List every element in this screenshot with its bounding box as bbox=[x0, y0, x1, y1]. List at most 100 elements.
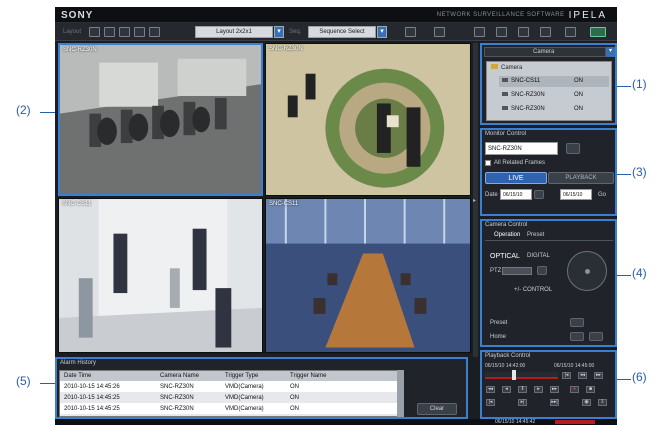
cell-camera-name: SNC-RZ30N bbox=[160, 395, 194, 401]
timeline-handle[interactable] bbox=[512, 370, 516, 380]
collapse-arrow-icon[interactable]: ▸ bbox=[473, 197, 476, 204]
pause-button[interactable]: ‖ bbox=[518, 386, 527, 393]
column-camera-name: Camera Name bbox=[160, 373, 200, 379]
record-button[interactable]: ● bbox=[570, 386, 579, 393]
camera-name: SNC-RZ30N bbox=[63, 47, 97, 53]
tree-item[interactable]: SNC-RZ30N ON bbox=[499, 104, 609, 115]
ptz-joystick[interactable] bbox=[567, 251, 607, 291]
zoom-slider[interactable] bbox=[502, 267, 532, 275]
product-name: NETWORK SURVEILLANCE SOFTWARE IPELA bbox=[437, 10, 607, 21]
cell-camera-name: SNC-RZ30N bbox=[160, 384, 194, 390]
clear-button[interactable]: Clear bbox=[417, 403, 457, 415]
sequence-start-icon[interactable] bbox=[405, 27, 416, 37]
goto-end-button[interactable]: ▸▸| bbox=[550, 399, 559, 406]
step-frame-back-button[interactable]: |◂ bbox=[486, 399, 495, 406]
video-pane-1[interactable]: SNC-RZ30N bbox=[58, 43, 263, 196]
preset-select[interactable] bbox=[570, 318, 584, 327]
monitor-control-title: Monitor Control bbox=[485, 131, 527, 137]
callout-4: (4) bbox=[632, 266, 647, 280]
alarm-history-panel: Alarm History Date Time Camera Name Trig… bbox=[55, 357, 468, 419]
camera-panel-dropdown-icon[interactable]: ▾ bbox=[606, 47, 615, 57]
date-input-to[interactable]: 06/15/10 bbox=[560, 189, 592, 200]
callout-3: (3) bbox=[632, 165, 647, 179]
snapshot-button[interactable]: ◉ bbox=[582, 399, 591, 406]
alarm-scrollbar[interactable] bbox=[397, 370, 404, 417]
layout-dropdown-icon[interactable]: ▾ bbox=[274, 26, 284, 38]
cell-trigger-name: ON bbox=[290, 406, 299, 412]
monitor-icon[interactable] bbox=[540, 27, 551, 37]
tree-item[interactable]: Camera bbox=[491, 64, 522, 71]
video-pane-3[interactable]: SNC-CS11 bbox=[58, 198, 263, 353]
play-button[interactable]: ▸ bbox=[534, 386, 543, 393]
tree-item[interactable]: SNC-CS11 ON bbox=[499, 76, 609, 87]
go-button[interactable]: Go bbox=[598, 192, 606, 198]
fast-forward-button[interactable]: ▸▸ bbox=[550, 386, 559, 393]
layout-4x4-icon[interactable] bbox=[134, 27, 145, 37]
alarm-history-title: Alarm History bbox=[60, 360, 97, 366]
cell-trigger-type: VMD(Camera) bbox=[225, 395, 264, 401]
camera-select-value: SNC-RZ30N bbox=[488, 146, 522, 152]
exit-icon[interactable] bbox=[590, 27, 606, 37]
camera-name: SNC-RZ30N bbox=[269, 46, 303, 52]
playback-end-time: 06/15/10 14:45:00 bbox=[554, 363, 595, 369]
layout-custom-icon[interactable] bbox=[149, 27, 160, 37]
sequence-select[interactable]: Sequence Select bbox=[308, 26, 376, 38]
tree-item[interactable]: SNC-RZ30N ON bbox=[499, 90, 609, 101]
tree-item-status: ON bbox=[574, 92, 583, 98]
camera-name: SNC-CS11 bbox=[269, 201, 299, 207]
lobby-scene bbox=[59, 199, 262, 352]
step-frame-forward-button[interactable]: ▸| bbox=[518, 399, 527, 406]
prev-frame-button[interactable]: |◂ bbox=[562, 372, 571, 379]
status-bar: 06/15/10 14:45:42 bbox=[55, 419, 617, 425]
timeline-bar[interactable] bbox=[485, 372, 558, 379]
screen-icon[interactable] bbox=[434, 27, 445, 37]
export-button[interactable]: ⇩ bbox=[598, 399, 607, 406]
tab-preset[interactable]: Preset bbox=[527, 232, 544, 238]
table-row[interactable]: 2010-10-15 14:45:25 SNC-RZ30N VMD(Camera… bbox=[60, 392, 403, 403]
playback-button[interactable]: PLAYBACK bbox=[548, 172, 614, 184]
column-date-time: Date Time bbox=[64, 373, 92, 379]
zoom-plus-button[interactable] bbox=[537, 266, 547, 275]
ptz-label: PTZ bbox=[490, 268, 502, 274]
next-clip-button[interactable]: ▸▸ bbox=[594, 372, 603, 379]
tools-icon[interactable] bbox=[474, 27, 485, 37]
clear-label: Clear bbox=[429, 406, 445, 412]
layout-2x2-icon[interactable] bbox=[104, 27, 115, 37]
callout-6-line bbox=[617, 379, 631, 380]
camera-select-button[interactable] bbox=[566, 143, 580, 154]
sequence-dropdown-icon[interactable]: ▾ bbox=[377, 26, 387, 38]
rewind-button[interactable]: ◂◂ bbox=[486, 386, 495, 393]
stop-button[interactable]: ■ bbox=[586, 386, 595, 393]
tab-operation[interactable]: Operation bbox=[494, 232, 520, 238]
camera-icon bbox=[502, 78, 508, 82]
setup-icon[interactable] bbox=[565, 27, 576, 37]
step-back-button[interactable]: ◂ bbox=[502, 386, 511, 393]
camera-icon bbox=[502, 106, 508, 110]
table-row[interactable]: 2010-10-15 14:45:25 SNC-RZ30N VMD(Camera… bbox=[60, 403, 403, 414]
camera-panel-title: Camera bbox=[533, 49, 555, 55]
optical-zoom-label[interactable]: OPTICAL bbox=[490, 253, 520, 260]
home-go-button[interactable] bbox=[589, 332, 603, 341]
playback-label: PLAYBACK bbox=[565, 175, 597, 181]
layout-3x3-icon[interactable] bbox=[119, 27, 130, 37]
all-frames-checkbox[interactable] bbox=[485, 160, 491, 166]
video-pane-2[interactable]: SNC-RZ30N bbox=[265, 43, 471, 196]
cell-trigger-type: VMD(Camera) bbox=[225, 384, 264, 390]
table-row[interactable]: 2010-10-15 14:45:26 SNC-RZ30N VMD(Camera… bbox=[60, 381, 403, 392]
digital-zoom-label[interactable]: DIGITAL bbox=[527, 253, 550, 259]
layout-1x1-icon[interactable] bbox=[89, 27, 100, 37]
date-input-from[interactable]: 06/15/10 bbox=[500, 189, 532, 200]
adjust-control-label[interactable]: +/- CONTROL bbox=[514, 287, 552, 293]
video-pane-4[interactable]: SNC-CS11 bbox=[265, 198, 471, 353]
camera-select-input[interactable]: SNC-RZ30N bbox=[485, 142, 558, 155]
date-from-picker-icon[interactable] bbox=[534, 190, 544, 199]
live-button[interactable]: LIVE bbox=[485, 172, 547, 184]
audio-icon[interactable] bbox=[518, 27, 529, 37]
recorder-icon[interactable] bbox=[496, 27, 507, 37]
prev-clip-button[interactable]: ◂◂ bbox=[578, 372, 587, 379]
product-label: NETWORK SURVEILLANCE SOFTWARE bbox=[436, 12, 565, 18]
alarm-table: Date Time Camera Name Trigger Type Trigg… bbox=[59, 370, 404, 417]
camera-list-panel: Camera ▾ Camera SNC-CS11 ON SNC-RZ30N ON S… bbox=[480, 43, 617, 125]
layout-select[interactable]: Layout 2x2x1 bbox=[195, 26, 273, 38]
home-button[interactable] bbox=[570, 332, 584, 341]
